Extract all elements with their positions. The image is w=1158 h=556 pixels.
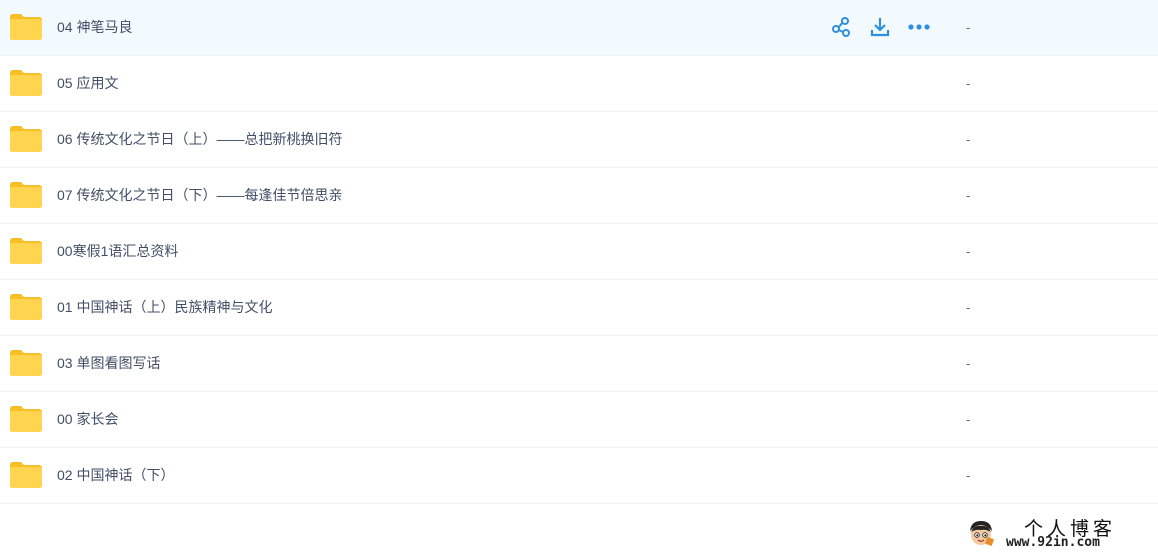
folder-icon bbox=[10, 294, 42, 320]
file-row[interactable]: 06 传统文化之节日（上）——总把新桃换旧符 - bbox=[0, 112, 1158, 168]
file-list: 04 神笔马良 - 05 应用文 - 06 传统文化之节日（上）——总把新桃换旧… bbox=[0, 0, 1158, 504]
file-size: - bbox=[966, 188, 971, 203]
file-size: - bbox=[966, 356, 971, 371]
folder-icon bbox=[10, 126, 42, 152]
cartoon-avatar-icon bbox=[966, 518, 996, 548]
file-row[interactable]: 04 神笔马良 - bbox=[0, 0, 1158, 56]
file-row[interactable]: 03 单图看图写话 - bbox=[0, 336, 1158, 392]
folder-icon bbox=[10, 70, 42, 96]
folder-icon bbox=[10, 406, 42, 432]
file-size: - bbox=[966, 300, 971, 315]
watermark: 个人博客 www.92in.com bbox=[962, 512, 1152, 552]
folder-icon bbox=[10, 14, 42, 40]
file-size: - bbox=[966, 244, 971, 259]
file-size: - bbox=[966, 412, 971, 427]
file-name[interactable]: 05 应用文 bbox=[57, 56, 118, 111]
watermark-url: www.92in.com bbox=[1006, 535, 1100, 550]
file-row[interactable]: 07 传统文化之节日（下）——每逢佳节倍思亲 - bbox=[0, 168, 1158, 224]
file-size: - bbox=[966, 20, 971, 35]
file-size: - bbox=[966, 132, 971, 147]
file-name[interactable]: 07 传统文化之节日（下）——每逢佳节倍思亲 bbox=[57, 168, 342, 223]
file-name[interactable]: 01 中国神话（上）民族精神与文化 bbox=[57, 280, 272, 335]
folder-icon bbox=[10, 462, 42, 488]
folder-icon bbox=[10, 350, 42, 376]
share-icon[interactable] bbox=[829, 15, 853, 39]
file-row[interactable]: 01 中国神话（上）民族精神与文化 - bbox=[0, 280, 1158, 336]
file-row[interactable]: 00寒假1语汇总资料 - bbox=[0, 224, 1158, 280]
folder-icon bbox=[10, 238, 42, 264]
file-name[interactable]: 06 传统文化之节日（上）——总把新桃换旧符 bbox=[57, 112, 342, 167]
file-name[interactable]: 02 中国神话（下） bbox=[57, 448, 174, 503]
file-row[interactable]: 05 应用文 - bbox=[0, 56, 1158, 112]
file-row[interactable]: 00 家长会 - bbox=[0, 392, 1158, 448]
file-name[interactable]: 00 家长会 bbox=[57, 392, 118, 447]
file-row[interactable]: 02 中国神话（下） - bbox=[0, 448, 1158, 504]
file-name[interactable]: 03 单图看图写话 bbox=[57, 336, 160, 391]
file-size: - bbox=[966, 76, 971, 91]
folder-icon bbox=[10, 182, 42, 208]
file-name[interactable]: 04 神笔马良 bbox=[57, 0, 132, 55]
row-actions bbox=[829, 15, 946, 39]
file-name[interactable]: 00寒假1语汇总资料 bbox=[57, 224, 178, 279]
more-icon[interactable] bbox=[907, 15, 931, 39]
file-size: - bbox=[966, 468, 971, 483]
download-icon[interactable] bbox=[868, 15, 892, 39]
